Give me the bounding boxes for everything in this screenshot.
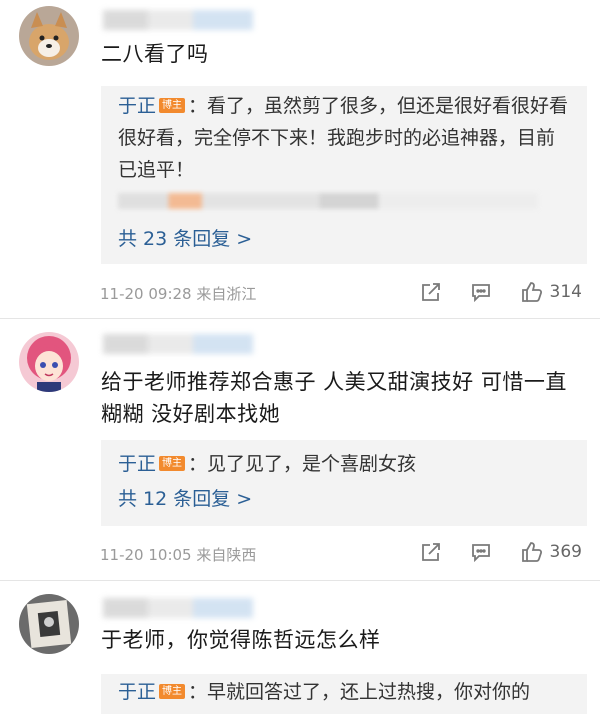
share-button[interactable] (420, 281, 442, 303)
reply-author[interactable]: 于正 (118, 95, 156, 117)
comment-button[interactable] (470, 541, 492, 563)
username-blurred (103, 334, 253, 354)
share-icon (421, 543, 440, 561)
comment-item: 二八看了吗 于正 博主 ：看了，虽然剪了很多，但还是很好看很好看很好看，完全停不下来… (0, 0, 600, 318)
comment-text: 给于老师推荐郑合惠子 人美又甜演技好 可惜一直糊糊 没好剧本找她 (101, 370, 567, 426)
like-button[interactable]: 369 (520, 540, 582, 564)
reply-text: ：看了，虽然剪了很多，但还是很好看很好看很好看，完全停不下来！我跑步时的必追神器… (118, 95, 569, 181)
comment-icon (471, 544, 490, 563)
comment-text: 二八看了吗 (101, 42, 209, 66)
thumbs-up-icon (521, 542, 542, 562)
avatar[interactable] (19, 332, 79, 392)
blogger-badge: 博主 (159, 456, 186, 471)
comment-icon (471, 284, 490, 303)
share-button[interactable] (420, 541, 442, 563)
reply-text: ：见了见了，是个喜剧女孩 (188, 453, 417, 475)
avatar[interactable] (19, 6, 79, 66)
comment-button[interactable] (470, 281, 492, 303)
blogger-badge: 博主 (159, 98, 186, 113)
like-count: 314 (549, 282, 582, 302)
reply-author[interactable]: 于正 (118, 681, 156, 703)
reply-preview: 于正 博主 ：见了见了，是个喜剧女孩 (118, 448, 573, 480)
comment-item: 于老师，你觉得陈哲远怎么样 于正 博主 ：早就回答过了，还上过热搜，你对你的 (0, 580, 600, 714)
like-count: 369 (549, 542, 582, 562)
comment-text: 于老师，你觉得陈哲远怎么样 (101, 628, 381, 652)
comment-actions: 369 (392, 540, 582, 564)
view-replies-link[interactable]: 共 12 条回复 > (118, 486, 252, 512)
comment-actions: 314 (392, 280, 582, 304)
username-blurred (103, 10, 253, 30)
username-blurred (103, 598, 253, 618)
comment-meta: 11-20 09:28 来自浙江 (100, 285, 257, 303)
comment-item: 给于老师推荐郑合惠子 人美又甜演技好 可惜一直糊糊 没好剧本找她 于正 博主 ：见了… (0, 318, 600, 580)
share-icon (421, 283, 440, 301)
reply-box[interactable]: 于正 博主 ：早就回答过了，还上过热搜，你对你的 (101, 674, 587, 714)
view-replies-link[interactable]: 共 23 条回复 > (118, 226, 252, 252)
avatar[interactable] (19, 594, 79, 654)
like-button[interactable]: 314 (520, 280, 582, 304)
reply-preview: 于正 博主 ：看了，虽然剪了很多，但还是很好看很好看很好看，完全停不下来！我跑步时的… (118, 90, 573, 186)
blurred-reply-preview (118, 193, 538, 209)
reply-box[interactable]: 于正 博主 ：看了，虽然剪了很多，但还是很好看很好看很好看，完全停不下来！我跑步时的… (101, 86, 587, 264)
reply-text: ：早就回答过了，还上过热搜，你对你的 (188, 681, 531, 703)
blogger-badge: 博主 (159, 684, 186, 699)
reply-box[interactable]: 于正 博主 ：见了见了，是个喜剧女孩 共 12 条回复 > (101, 440, 587, 526)
reply-author[interactable]: 于正 (118, 453, 156, 475)
reply-preview: 于正 博主 ：早就回答过了，还上过热搜，你对你的 (118, 676, 573, 708)
comment-meta: 11-20 10:05 来自陕西 (100, 546, 257, 564)
thumbs-up-icon (521, 282, 542, 302)
